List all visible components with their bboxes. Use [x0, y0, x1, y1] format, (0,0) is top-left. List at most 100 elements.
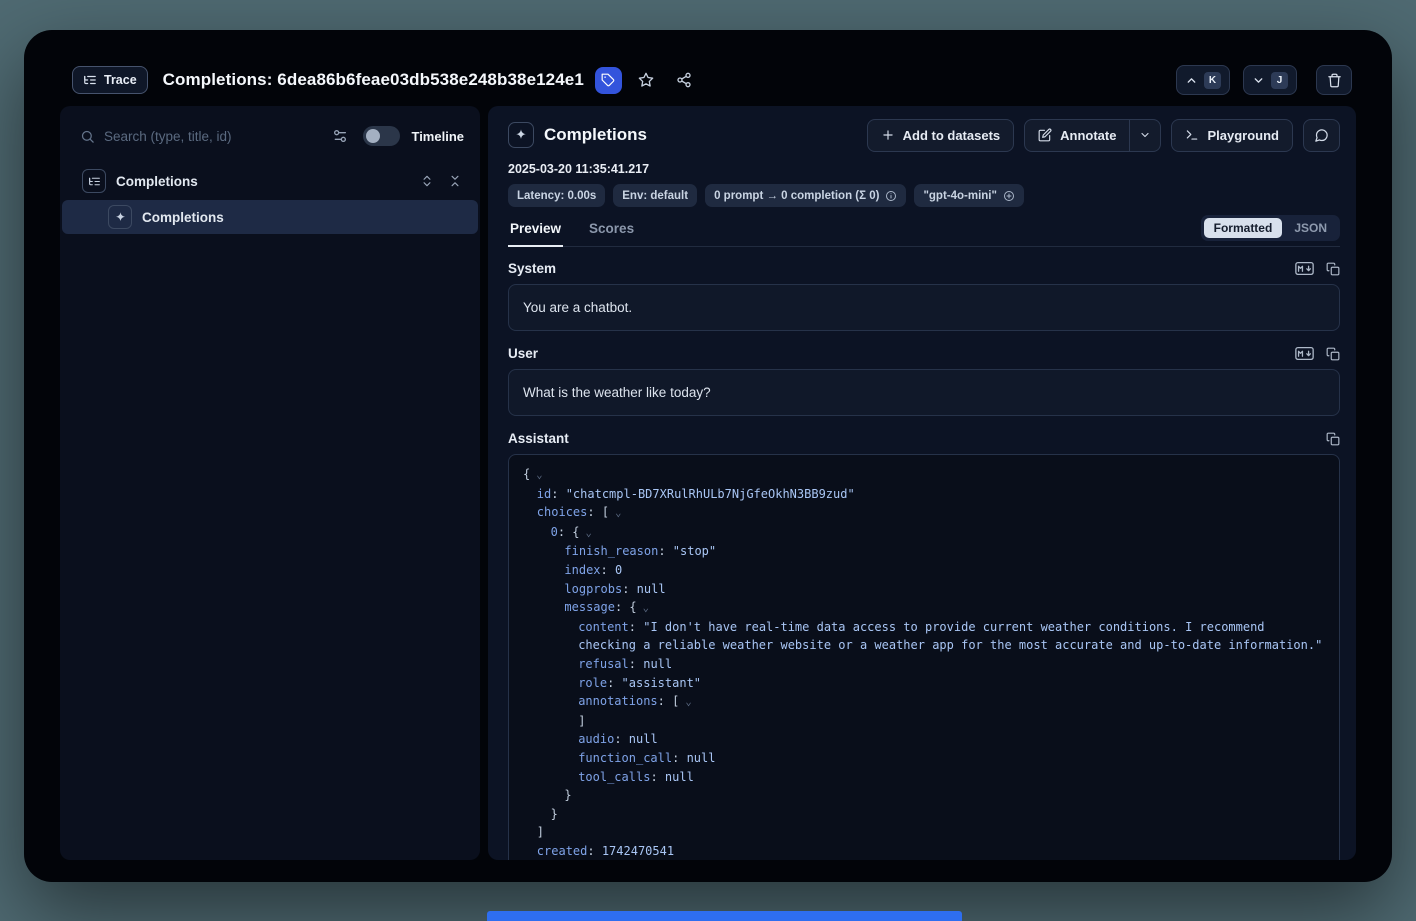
terminal-icon	[1185, 128, 1199, 142]
markdown-icon	[1295, 347, 1314, 360]
pencil-square-icon	[1038, 128, 1052, 142]
trash-icon	[1327, 73, 1342, 88]
markdown-icon	[1295, 262, 1314, 275]
system-section-header: System	[508, 261, 1340, 276]
tabs-row: Preview Scores Formatted JSON	[508, 215, 1340, 247]
delete-button[interactable]	[1316, 65, 1352, 95]
annotate-split-button: Annotate	[1024, 119, 1161, 152]
sidebar: Timeline Completions	[60, 106, 480, 860]
page-title: Completions: 6dea86b6feae03db538e248b38e…	[163, 70, 584, 90]
format-toggle-json[interactable]: JSON	[1284, 218, 1337, 238]
markdown-toggle-button[interactable]	[1295, 347, 1314, 360]
star-icon	[638, 72, 654, 88]
collapse-caret-icon[interactable]: ⌄	[685, 696, 691, 708]
copy-button[interactable]	[1326, 432, 1340, 446]
section-icons	[1295, 262, 1340, 276]
circle-plus-icon	[1003, 190, 1015, 202]
trace-badge[interactable]: Trace	[72, 66, 148, 94]
view-settings-button[interactable]	[330, 126, 350, 146]
timeline-toggle[interactable]	[363, 126, 400, 146]
code-line: 0: {⌄	[523, 523, 1325, 543]
tree-item-label: Completions	[116, 174, 198, 189]
trace-tree-icon	[83, 73, 97, 87]
user-section-header: User	[508, 346, 1340, 361]
code-line: choices: [⌄	[523, 503, 1325, 523]
copy-icon	[1326, 262, 1340, 276]
latency-badge: Latency: 0.00s	[508, 184, 605, 207]
code-line: audio: null	[523, 730, 1325, 749]
section-icons	[1326, 432, 1340, 446]
env-badge: Env: default	[613, 184, 697, 207]
sliders-icon	[332, 128, 348, 144]
copy-button[interactable]	[1326, 262, 1340, 276]
code-line: {⌄	[523, 465, 1325, 485]
code-line: message: {⌄	[523, 598, 1325, 618]
share-button[interactable]	[671, 67, 698, 94]
trace-tree: Completions Completions	[62, 164, 478, 234]
code-line: }	[523, 805, 1325, 824]
collapse-all-button[interactable]	[444, 170, 466, 192]
star-button[interactable]	[633, 67, 660, 94]
search-input[interactable]	[104, 129, 321, 144]
user-message: What is the weather like today?	[508, 369, 1340, 416]
generation-node-icon	[108, 205, 132, 229]
tag-button[interactable]	[595, 67, 622, 94]
collapse-caret-icon[interactable]: ⌄	[615, 507, 621, 519]
collapse-caret-icon[interactable]: ⌄	[643, 602, 649, 614]
shortcut-key-badge: J	[1271, 72, 1288, 89]
collapse-caret-icon[interactable]: ⌄	[536, 469, 542, 481]
code-line: created: 1742470541	[523, 842, 1325, 860]
code-line: index: 0	[523, 561, 1325, 580]
tab-scores[interactable]: Scores	[587, 215, 636, 247]
format-toggle: Formatted JSON	[1201, 215, 1340, 241]
share-icon	[676, 72, 692, 88]
observation-header: Completions Add to datasets Annotate	[508, 118, 1340, 152]
chevron-down-icon	[1252, 74, 1265, 87]
expand-all-button[interactable]	[416, 170, 438, 192]
code-line: }	[523, 786, 1325, 805]
observation-title: Completions	[544, 125, 647, 145]
observation-panel: Completions Add to datasets Annotate	[488, 106, 1356, 860]
comment-button[interactable]	[1303, 119, 1340, 152]
code-line: finish_reason: "stop"	[523, 542, 1325, 561]
section-label: Assistant	[508, 431, 569, 446]
tree-item-generation[interactable]: Completions	[62, 200, 478, 234]
add-to-datasets-button[interactable]: Add to datasets	[867, 119, 1015, 152]
tree-actions	[416, 170, 466, 192]
playground-button[interactable]: Playground	[1171, 119, 1293, 152]
model-badge[interactable]: "gpt-4o-mini"	[914, 184, 1024, 207]
code-line: id: "chatcmpl-BD7XRulRhULb7NjGfeOkhN3BB9…	[523, 485, 1325, 504]
annotate-dropdown-button[interactable]	[1130, 119, 1161, 152]
usage-badge[interactable]: 0 prompt → 0 completion (Σ 0)	[705, 184, 906, 207]
trace-detail-window: Trace Completions: 6dea86b6feae03db538e2…	[24, 30, 1392, 882]
assistant-json-viewer: {⌄id: "chatcmpl-BD7XRulRhULb7NjGfeOkhN3B…	[508, 454, 1340, 860]
section-label: System	[508, 261, 556, 276]
section-icons	[1295, 347, 1340, 361]
copy-button[interactable]	[1326, 347, 1340, 361]
copy-icon	[1326, 347, 1340, 361]
plus-icon	[881, 128, 895, 142]
tab-preview[interactable]: Preview	[508, 215, 563, 247]
next-observation-button[interactable]: J	[1243, 65, 1297, 95]
timeline-label: Timeline	[411, 129, 464, 144]
chevrons-up-down-icon	[420, 174, 434, 188]
collapse-caret-icon[interactable]: ⌄	[586, 527, 592, 539]
markdown-toggle-button[interactable]	[1295, 262, 1314, 275]
toggle-knob	[366, 129, 380, 143]
playground-label: Playground	[1207, 128, 1279, 143]
code-line: role: "assistant"	[523, 674, 1325, 693]
annotate-button[interactable]: Annotate	[1024, 119, 1130, 152]
code-line: content: "I don't have real-time data ac…	[523, 618, 1325, 655]
code-line: annotations: [⌄	[523, 692, 1325, 712]
code-line: ]	[523, 823, 1325, 842]
format-toggle-formatted[interactable]: Formatted	[1204, 218, 1283, 238]
code-line: refusal: null	[523, 655, 1325, 674]
background-window-edge	[487, 911, 962, 921]
chevron-up-icon	[1185, 74, 1198, 87]
code-line: logprobs: null	[523, 580, 1325, 599]
chevrons-down-up-icon	[448, 174, 462, 188]
tree-item-trace[interactable]: Completions	[62, 164, 478, 198]
chat-bubble-icon	[1314, 128, 1329, 143]
prev-observation-button[interactable]: K	[1176, 65, 1230, 95]
assistant-section-header: Assistant	[508, 431, 1340, 446]
